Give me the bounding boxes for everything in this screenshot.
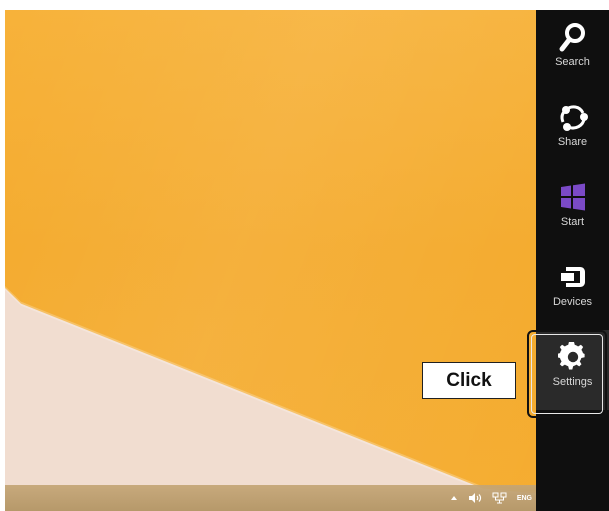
gear-icon [557, 342, 585, 370]
windows-start-icon [560, 183, 585, 211]
settings-charm[interactable]: Settings [536, 330, 609, 410]
taskbar: ENG [5, 485, 536, 511]
search-charm[interactable]: Search [536, 10, 609, 90]
input-language-indicator[interactable]: ENG [517, 491, 532, 505]
click-callout: Click [422, 362, 516, 399]
devices-icon [560, 267, 585, 287]
share-charm[interactable]: Share [536, 90, 609, 170]
devices-charm-label: Devices [552, 296, 593, 308]
chevron-up-icon[interactable] [450, 491, 458, 505]
desktop-background [5, 10, 536, 511]
volume-icon[interactable] [468, 491, 482, 505]
charms-bar: Search Share Start Devices Settings [536, 10, 609, 511]
devices-charm[interactable]: Devices [536, 250, 609, 330]
start-charm[interactable]: Start [536, 170, 609, 250]
search-charm-label: Search [555, 56, 590, 68]
notification-area: ENG [450, 485, 536, 511]
network-icon[interactable] [492, 491, 507, 505]
start-charm-label: Start [560, 216, 585, 228]
search-icon [559, 23, 585, 52]
windows-screen: ENG Search Share Start Devices Settings … [0, 0, 609, 511]
settings-charm-label: Settings [552, 376, 593, 388]
share-icon [560, 105, 588, 131]
share-charm-label: Share [557, 136, 588, 148]
